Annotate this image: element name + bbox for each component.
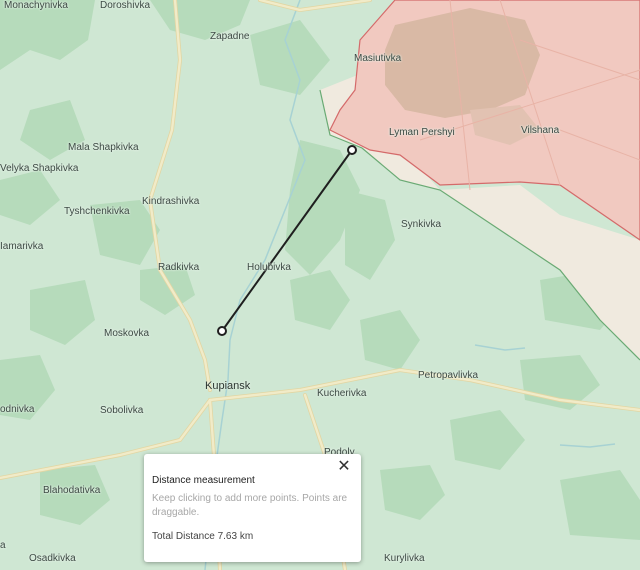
place-label: Blahodativka	[43, 485, 101, 496]
place-label: Monachynivka	[4, 0, 68, 11]
place-label: a	[0, 540, 6, 551]
place-label: Masiutivka	[354, 53, 402, 64]
place-label: Holubivka	[247, 262, 291, 273]
place-label: Kucherivka	[317, 388, 367, 399]
place-label: Velyka Shapkivka	[0, 163, 79, 174]
place-label: Kindrashivka	[142, 196, 200, 207]
place-label: Osadkivka	[29, 553, 76, 564]
place-label: Synkivka	[401, 219, 442, 230]
place-label: Lyman Pershyi	[389, 127, 455, 138]
measure-point-start[interactable]	[217, 326, 227, 336]
total-distance: Total Distance 7.63 km	[152, 531, 254, 542]
place-label: Petropavlivka	[418, 370, 479, 381]
place-label: Moskovka	[104, 328, 150, 339]
place-label: Kurylivka	[384, 553, 425, 564]
place-label: Tyshchenkivka	[64, 206, 130, 217]
place-label: Vilshana	[521, 125, 560, 136]
distance-measurement-popup: ✕ Distance measurement Keep clicking to …	[144, 454, 361, 562]
measure-point-end[interactable]	[347, 145, 357, 155]
place-label: Kupiansk	[205, 380, 251, 392]
place-label: odnivka	[0, 404, 35, 415]
popup-title: Distance measurement	[152, 475, 255, 486]
place-label: Mala Shapkivka	[68, 142, 139, 153]
close-icon[interactable]: ✕	[335, 458, 353, 476]
place-label: Zapadne	[210, 31, 250, 42]
popup-hint: Keep clicking to add more points. Points…	[152, 493, 348, 518]
place-label: Radkivka	[158, 262, 200, 273]
place-label: Doroshivka	[100, 0, 151, 11]
place-label: Iamarivka	[0, 241, 44, 252]
place-label: Sobolivka	[100, 405, 144, 416]
